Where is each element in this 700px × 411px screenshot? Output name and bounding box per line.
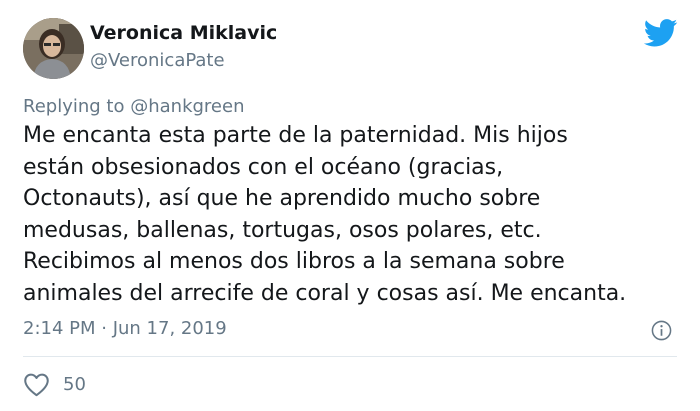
- tweet-timestamp[interactable]: 2:14 PM · Jun 17, 2019: [23, 318, 227, 339]
- author-name[interactable]: Veronica Miklavic: [90, 22, 277, 44]
- like-count: 50: [63, 373, 86, 395]
- heart-icon: [24, 373, 49, 396]
- author-handle[interactable]: @VeronicaPate: [90, 50, 225, 71]
- avatar[interactable]: [23, 18, 84, 79]
- replying-to-label: Replying to: [23, 96, 125, 117]
- tweet-text-line: medusas, ballenas, tortugas, osos polare…: [23, 217, 542, 243]
- tweet-text-line: Recibimos al menos dos libros a la seman…: [23, 249, 565, 274]
- replying-to: Replying to @hankgreen: [23, 96, 244, 117]
- tweet-card: Veronica Miklavic @VeronicaPate Replying…: [0, 0, 700, 411]
- divider: [23, 356, 677, 357]
- tweet-text: Me encanta esta parte de la paternidad. …: [23, 120, 683, 309]
- info-icon[interactable]: [651, 320, 672, 341]
- tweet-text-line: Me encanta esta parte de la paternidad. …: [23, 123, 568, 148]
- reply-mention-link[interactable]: @hankgreen: [130, 96, 244, 117]
- avatar-image: [23, 18, 84, 79]
- like-button[interactable]: 50: [23, 370, 86, 398]
- twitter-bird-icon[interactable]: [644, 19, 678, 47]
- tweet-text-line: están obsesionados con el océano (gracia…: [23, 154, 504, 180]
- tweet-text-line: Octonauts), así que he aprendido mucho s…: [23, 186, 541, 211]
- tweet-text-line: animales del arrecife de coral y cosas a…: [23, 280, 627, 306]
